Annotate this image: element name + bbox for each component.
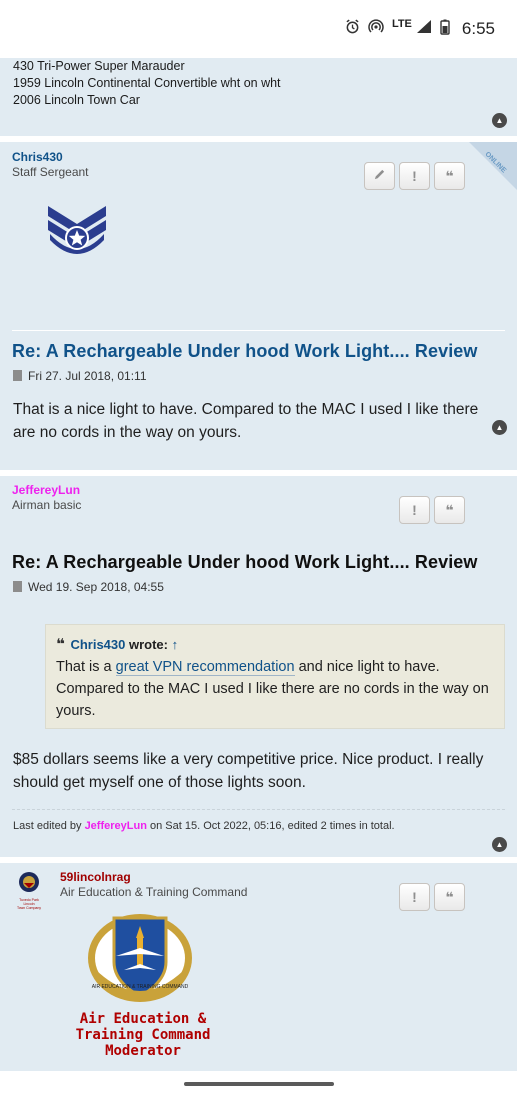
author-name[interactable]: Chris430 [12,150,89,164]
blockquote: ❝ Chris430 wrote: ↑ That is a great VPN … [45,624,505,729]
home-gesture-bar[interactable] [184,1082,334,1086]
avatar[interactable]: Tuxedo Park Lincoln Town Company [14,871,44,910]
avatar-caption: Tuxedo Park Lincoln Town Company [14,898,44,910]
back-to-top-button[interactable]: ▲ [492,420,507,435]
post-body: That is a nice light to have. Compared t… [13,401,479,441]
quote-icon: ❝ [445,167,454,184]
quote-header: ❝ Chris430 wrote: ↑ [56,634,494,656]
edit-note-prefix: Last edited by [13,820,82,832]
back-to-top-button[interactable]: ▲ [492,113,507,128]
rank-title-line: Training Command [75,1027,211,1043]
report-button[interactable]: ! [399,496,430,524]
quote-author[interactable]: Chris430 [70,637,125,652]
edit-note: Last edited by JeffereyLun on Sat 15. Oc… [13,820,395,832]
post-date-text: Wed 19. Sep 2018, 04:55 [28,580,164,594]
post-date: Fri 27. Jul 2018, 01:11 [13,369,147,383]
edit-button[interactable] [364,162,395,190]
signature-line: 2006 Lincoln Town Car [13,93,140,107]
post-date: Wed 19. Sep 2018, 04:55 [13,580,164,594]
quote-text-start: That is a [56,659,116,675]
document-icon [13,581,22,592]
author-name[interactable]: 59lincolnrag [60,870,247,884]
post-date-text: Fri 27. Jul 2018, 01:11 [28,369,147,383]
avatar-caption-line: Town Company [16,906,42,910]
post-tools: ! ❝ [364,162,465,190]
post-author: 59lincolnrag Air Education & Training Co… [60,870,247,899]
report-button[interactable]: ! [399,883,430,911]
quote-icon: ❝ [445,888,454,905]
quote-source-link[interactable]: ↑ [172,637,179,652]
signature: 430 Tri-Power Super Marauder 1959 Lincol… [0,58,281,109]
exclamation-icon: ! [412,502,417,518]
chevron-up-icon: ▲ [495,116,504,125]
author-rank: Air Education & Training Command [60,885,248,899]
rank-insignia-image [44,202,110,263]
report-button[interactable]: ! [399,162,430,190]
signature-line: 1959 Lincoln Continental Convertible wht… [13,76,281,90]
author-rank: Staff Sergeant [12,165,89,179]
battery-icon [440,19,450,40]
quote-button[interactable]: ❝ [434,162,465,190]
post-title[interactable]: Re: A Rechargeable Under hood Work Light… [12,552,478,573]
quote-icon: ❝ [445,501,454,518]
edit-note-separator [12,809,505,810]
command-emblem-image: AIR EDUCATION & TRAINING COMMAND [84,908,196,1011]
alarm-icon [345,19,360,39]
avatar-emblem-icon [19,872,39,892]
pencil-icon [373,168,386,184]
avatar-caption-line: Tuxedo Park Lincoln [19,898,39,906]
exclamation-icon: ! [412,889,417,905]
author-rank: Airman basic [12,498,82,512]
chevron-up-icon: ▲ [495,840,504,849]
network-type: LTE [391,18,412,30]
rank-title-line: Moderator [105,1043,181,1059]
quote-mark-icon: ❝ [56,636,65,653]
post-chris430: ONLINE Chris430 Staff Sergeant ! ❝ Re: A… [0,142,517,470]
quote-wrote: wrote: [128,637,168,652]
edit-note-editor[interactable]: JeffereyLun [85,820,147,832]
quote-text: That is a great VPN recommendation and n… [56,656,494,722]
exclamation-icon: ! [412,168,417,184]
post-jeffereylun: JeffereyLun Airman basic ! ❝ Re: A Recha… [0,476,517,857]
post-tools: ! ❝ [399,883,465,911]
emblem-ring-text: AIR EDUCATION & TRAINING COMMAND [92,984,189,990]
status-bar: LTE 6:55 [0,0,517,58]
signal-icon [416,19,432,39]
post-tools: ! ❝ [399,496,465,524]
quote-button[interactable]: ❝ [434,883,465,911]
rank-title-line: Air Education & [79,1011,207,1027]
post-author: JeffereyLun Airman basic [12,483,81,512]
post-title[interactable]: Re: A Rechargeable Under hood Work Light… [12,341,478,362]
post-59lincolnrag: Tuxedo Park Lincoln Town Company 59linco… [0,863,517,1071]
hotspot-icon [368,18,384,40]
author-name[interactable]: JeffereyLun [12,483,81,497]
previous-post: 430 Tri-Power Super Marauder 1959 Lincol… [0,58,517,136]
rank-title-image: Air Education & Training Command Moderat… [58,1011,228,1059]
back-to-top-button[interactable]: ▲ [492,837,507,852]
edit-note-suffix: on Sat 15. Oct 2022, 05:16, edited 2 tim… [149,820,395,832]
quote-link[interactable]: great VPN recommendation [115,659,295,676]
chevron-up-icon: ▲ [495,423,504,432]
signature-line: 430 Tri-Power Super Marauder [13,59,185,73]
document-icon [13,370,22,381]
post-divider [12,330,505,331]
status-time: 6:55 [461,19,495,38]
post-body: $85 dollars seems like a very competitiv… [13,751,484,791]
quote-button[interactable]: ❝ [434,496,465,524]
post-author: Chris430 Staff Sergeant [12,150,89,179]
